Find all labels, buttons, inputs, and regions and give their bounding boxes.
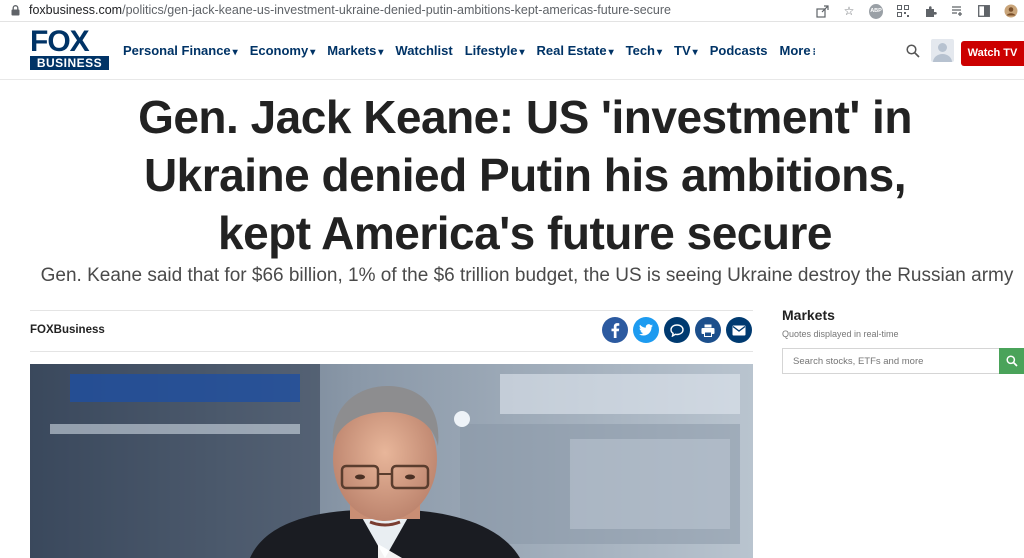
qr-code-icon[interactable] bbox=[896, 4, 910, 18]
chevron-down-icon: ▾ bbox=[378, 47, 384, 58]
nav-lifestyle[interactable]: Lifestyle ▾ bbox=[465, 43, 525, 58]
nav-podcasts[interactable]: Podcasts bbox=[710, 43, 768, 58]
url-path: /politics/gen-jack-keane-us-investment-u… bbox=[122, 3, 671, 17]
reading-list-icon[interactable] bbox=[950, 4, 964, 18]
logo-fox-text: FOX bbox=[30, 25, 90, 58]
facebook-share-icon[interactable] bbox=[602, 317, 628, 343]
nav-more[interactable]: More ⁝ bbox=[780, 43, 816, 58]
video-player[interactable] bbox=[30, 364, 753, 558]
side-panel-icon[interactable] bbox=[977, 4, 991, 18]
chevron-down-icon: ▾ bbox=[608, 47, 614, 58]
headline-line: Gen. Jack Keane: US 'investment' in bbox=[138, 91, 912, 143]
markets-title: Markets bbox=[782, 307, 835, 323]
share-page-icon[interactable] bbox=[815, 4, 829, 18]
email-share-icon[interactable] bbox=[726, 317, 752, 343]
extensions-puzzle-icon[interactable] bbox=[923, 4, 937, 18]
chevron-down-icon: ▾ bbox=[692, 47, 698, 58]
chevron-down-icon: ▾ bbox=[657, 47, 663, 58]
chevron-down-icon: ▾ bbox=[232, 47, 238, 58]
url-host: foxbusiness.com bbox=[29, 3, 123, 17]
more-dots-icon: ⁝ bbox=[812, 47, 816, 58]
chevron-down-icon: ▾ bbox=[519, 47, 525, 58]
nav-tv[interactable]: TV ▾ bbox=[674, 43, 698, 58]
nav-real-estate[interactable]: Real Estate ▾ bbox=[537, 43, 614, 58]
print-icon[interactable] bbox=[695, 317, 721, 343]
article-headline: Gen. Jack Keane: US 'investment' in Ukra… bbox=[60, 88, 990, 262]
browser-toolbar-icons: ☆ ABP bbox=[815, 3, 1018, 19]
bookmark-star-icon[interactable]: ☆ bbox=[842, 4, 856, 18]
user-avatar-icon[interactable] bbox=[931, 39, 954, 62]
main-nav: Personal Finance ▾ Economy ▾ Markets ▾ Watc… bbox=[123, 43, 828, 58]
twitter-share-icon[interactable] bbox=[633, 317, 659, 343]
nav-personal-finance[interactable]: Personal Finance ▾ bbox=[123, 43, 238, 58]
nav-markets[interactable]: Markets ▾ bbox=[327, 43, 383, 58]
markets-subtitle: Quotes displayed in real-time bbox=[782, 329, 899, 339]
headline-line: Ukraine denied Putin his ambitions, bbox=[143, 149, 907, 201]
share-bar: FOXBusiness bbox=[30, 310, 753, 352]
markets-search-button[interactable] bbox=[999, 348, 1024, 374]
watch-tv-button[interactable]: Watch TV bbox=[961, 41, 1024, 66]
fox-business-logo[interactable]: FOX BUSINESS bbox=[30, 25, 110, 72]
logo-business-text: BUSINESS bbox=[30, 56, 109, 70]
nav-economy[interactable]: Economy ▾ bbox=[250, 43, 316, 58]
search-icon[interactable] bbox=[906, 44, 920, 58]
search-icon bbox=[1005, 355, 1018, 367]
chevron-down-icon: ▾ bbox=[310, 47, 316, 58]
profile-icon[interactable] bbox=[1004, 4, 1018, 18]
comment-icon[interactable] bbox=[664, 317, 690, 343]
article-subhead: Gen. Keane said that for $66 billion, 1%… bbox=[40, 265, 1014, 286]
lock-icon bbox=[11, 5, 20, 16]
url-text[interactable]: foxbusiness.com/politics/gen-jack-keane-… bbox=[29, 3, 671, 17]
nav-watchlist[interactable]: Watchlist bbox=[395, 43, 452, 58]
site-header: FOX BUSINESS Personal Finance ▾ Economy ▾ … bbox=[0, 22, 1024, 80]
adblock-icon[interactable]: ABP bbox=[869, 3, 883, 19]
markets-search-input[interactable] bbox=[782, 348, 999, 374]
article-byline[interactable]: FOXBusiness bbox=[30, 324, 105, 336]
nav-tech[interactable]: Tech ▾ bbox=[626, 43, 662, 58]
browser-address-bar[interactable]: foxbusiness.com/politics/gen-jack-keane-… bbox=[0, 0, 1024, 22]
headline-line: kept America's future secure bbox=[218, 207, 832, 259]
share-icons bbox=[602, 317, 752, 343]
video-thumbnail bbox=[30, 364, 753, 558]
